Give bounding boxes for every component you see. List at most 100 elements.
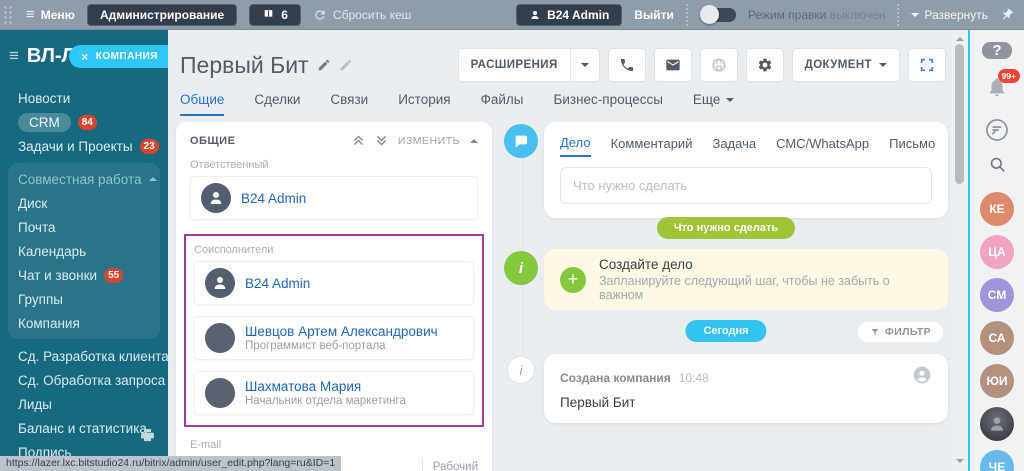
activity-tab-sms[interactable]: СМС/WhatsApp [776,136,869,156]
chevron-up-icon [148,173,157,181]
tab-more[interactable]: Еще [693,92,735,114]
sidebar-item-company[interactable]: Компания [8,311,160,335]
sidebar-item-calendar[interactable]: Календарь [8,239,160,263]
chevron-down-icon [911,12,920,21]
create-activity-tip: + Создайте дело Запланируйте следующий ш… [544,249,948,310]
recent-user-avatar[interactable]: ЧЕ [980,450,1014,471]
sidebar-group-collaboration: Совместная работа Диск Почта Календарь Ч… [8,163,160,339]
sidebar-item-mail[interactable]: Почта [8,215,160,239]
sidebar-item-crm[interactable]: CRM 84 [0,110,168,134]
printer-icon[interactable] [139,427,156,449]
tab-general[interactable]: Общие [180,92,225,116]
tab-relations[interactable]: Связи [330,92,368,114]
left-sidebar: ≡ ВЛ-Лодж × КОМПАНИЯ Новости CRM 84 Зада… [0,30,169,471]
responsible-row[interactable]: B24 Admin [190,176,478,220]
avatar [205,268,235,298]
edit-title-icon-secondary[interactable] [339,58,353,72]
coexecutor-row[interactable]: Шевцов Артем Александрович Программист в… [194,316,474,360]
close-icon[interactable]: × [81,50,89,64]
tab-files[interactable]: Файлы [481,92,524,114]
chevron-down-icon [726,97,735,106]
coexecutor-row[interactable]: Шахматова Мария Начальник отдела маркети… [194,371,474,415]
feedback-button[interactable] [982,116,1012,144]
sidebar-item-groups[interactable]: Группы [8,287,160,311]
sidebar-item-disk[interactable]: Диск [8,191,160,215]
activity-tab-task[interactable]: Задача [712,136,756,156]
website-button[interactable] [699,48,738,82]
scrollbar-thumb[interactable] [955,44,964,184]
administration-button[interactable]: Администрирование [86,3,238,26]
sidebar-item-news[interactable]: Новости [0,86,168,110]
activity-tab-deal[interactable]: Дело [560,135,591,157]
event-time: 10:48 [678,370,709,385]
sidebar-item-request-processing[interactable]: Сд. Обработка запроса [0,368,168,392]
recent-user-avatar[interactable]: ЮИ [980,364,1014,398]
scroll-down-arrow[interactable] [956,459,964,467]
person-icon [531,10,539,19]
new-activity-card: Дело Комментарий Задача СМС/WhatsApp Пис… [544,122,948,218]
tab-history[interactable]: История [398,92,450,114]
edit-title-icon[interactable] [317,58,331,72]
pin-icon[interactable] [997,5,1017,25]
sidebar-item-client-dev[interactable]: Сд. Разработка клиента [0,344,169,368]
sidebar-item-leads[interactable]: Лиды [0,392,168,416]
activity-tab-comment[interactable]: Комментарий [611,136,693,156]
menu-button[interactable]: ≡ Меню [26,6,75,23]
hamburger-icon: ≡ [26,6,35,23]
coexecutor-row[interactable]: B24 Admin [194,261,474,305]
email-button[interactable] [653,48,692,82]
extensions-dropdown[interactable] [569,49,599,81]
collapse-all-icon[interactable] [352,134,365,147]
drag-grip-icon[interactable] [4,5,12,24]
phone-icon [620,59,633,71]
activity-tab-letter[interactable]: Письмо [889,136,935,156]
edit-mode-status: Режим правки выключен [747,7,886,22]
recent-user-avatar[interactable]: КЕ [980,192,1014,226]
help-button[interactable]: ? [982,42,1012,59]
mail-icon [665,59,680,71]
today-separator: Сегодня [685,320,767,342]
search-button[interactable] [988,155,1007,179]
logout-link[interactable]: Выйти [634,8,674,22]
reset-cache-button[interactable]: Сбросить кеш [313,8,411,22]
call-button[interactable] [607,48,646,82]
sidebar-item-chat[interactable]: Чат и звонки 55 [8,263,160,287]
user-button[interactable]: B24 Admin [516,3,623,26]
expand-all-icon[interactable] [375,134,388,147]
page-title: Первый Бит [180,52,353,79]
scroll-up-arrow[interactable] [956,33,964,41]
coexecutors-highlight-box: Соисполнители B24 Admin Шевцов Артем Але… [184,234,484,427]
expand-topbar-button[interactable]: Развернуть [911,8,988,22]
edit-mode-toggle[interactable] [699,4,736,24]
chevron-down-icon [580,63,589,71]
add-activity-icon[interactable]: + [560,266,586,293]
recent-user-avatar[interactable]: ЦА [980,235,1014,269]
edit-fields-link[interactable]: изменить [398,135,460,147]
sidebar-item-collaboration[interactable]: Совместная работа [8,167,160,191]
filter-button[interactable]: Фильтр [856,321,944,343]
recent-user-avatar-photo[interactable] [980,407,1014,441]
todo-input[interactable] [560,167,932,204]
company-filter-badge[interactable]: × КОМПАНИЯ [69,45,168,68]
avatar [201,183,231,213]
tab-deals[interactable]: Сделки [254,92,300,114]
responsible-name[interactable]: B24 Admin [241,191,306,206]
fullscreen-button[interactable] [908,48,946,82]
recent-user-avatar[interactable]: СМ [980,278,1014,312]
notifications-button[interactable]: 99+ [986,69,1020,103]
settings-button[interactable] [745,48,784,82]
responsible-label: Ответственный [190,159,269,171]
person-icon [991,417,1003,431]
divider [897,3,900,26]
admin-counter-button[interactable]: 6 [249,3,301,26]
sidebar-hamburger-icon[interactable]: ≡ [9,46,19,66]
document-button[interactable]: ДОКУМЕНТ [791,48,900,82]
refresh-icon [315,9,325,20]
event-body: Первый Бит [560,395,636,410]
tab-bizproc[interactable]: Бизнес-процессы [553,92,662,114]
collapse-section-icon[interactable] [470,134,478,145]
sidebar-item-tasks[interactable]: Задачи и Проекты 23 [0,134,168,158]
extensions-button[interactable]: РАСШИРЕНИЯ [457,48,600,82]
event-author-icon[interactable] [912,365,932,390]
recent-user-avatar[interactable]: СА [980,321,1014,355]
